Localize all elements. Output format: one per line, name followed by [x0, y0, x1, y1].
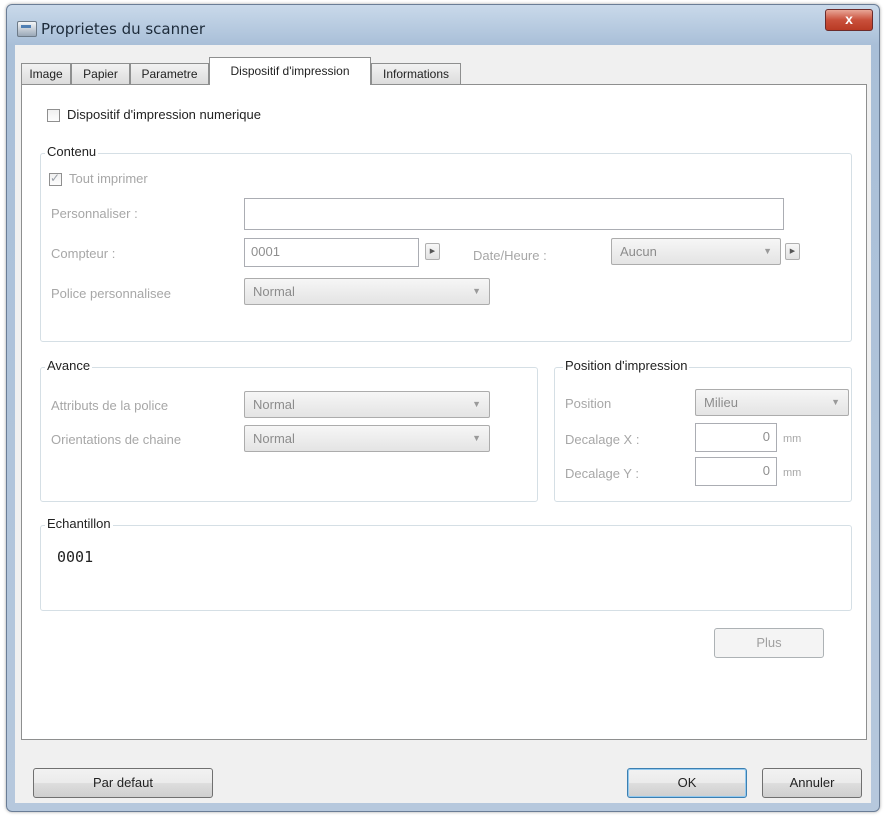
advanced-group: Avance Attributs de la police Normal ▼ O… — [40, 358, 538, 502]
arrow-right-icon: ▶ — [429, 248, 436, 255]
offset-x-unit: mm — [783, 433, 802, 445]
tab-paper[interactable]: Papier — [71, 63, 130, 84]
print-all-checkbox[interactable] — [49, 171, 62, 186]
custom-text-input[interactable] — [244, 198, 784, 230]
datetime-dropdown[interactable]: Aucun ▼ — [611, 238, 781, 265]
font-attributes-value: Normal — [253, 397, 295, 412]
sample-preview-text: 0001 — [57, 548, 94, 566]
close-button[interactable]: x — [825, 9, 873, 31]
datetime-spin-button[interactable]: ▶ — [785, 243, 800, 260]
font-attributes-label: Attributs de la police — [51, 398, 169, 413]
sample-group: Echantillon 0001 — [40, 516, 852, 611]
print-position-group-title: Position d'impression — [563, 358, 690, 373]
print-all-label: Tout imprimer — [69, 171, 148, 186]
tab-image[interactable]: Image — [21, 63, 71, 84]
imprinter-tab-panel: Dispositif d'impression numerique Conten… — [21, 84, 867, 740]
chevron-down-icon: ▼ — [831, 397, 840, 407]
custom-font-value: Normal — [253, 284, 295, 299]
position-label: Position — [565, 396, 612, 411]
offset-y-unit: mm — [783, 467, 802, 479]
offset-y-input[interactable]: 0 — [695, 457, 777, 486]
cancel-button[interactable]: Annuler — [762, 768, 862, 798]
more-button[interactable]: Plus — [714, 628, 824, 658]
title-bar[interactable]: Proprietes du scanner x — [7, 5, 879, 45]
offset-x-label: Decalage X : — [565, 432, 640, 447]
ok-button[interactable]: OK — [627, 768, 747, 798]
tab-information[interactable]: Informations — [371, 63, 461, 84]
custom-label: Personnaliser : — [51, 206, 138, 221]
counter-spin-button[interactable]: ▶ — [425, 243, 440, 260]
counter-label: Compteur : — [51, 246, 116, 261]
tab-imprinter[interactable]: Dispositif d'impression — [209, 57, 371, 85]
datetime-label: Date/Heure : — [473, 248, 547, 263]
dialog-client-area: Image Papier Parametre Dispositif d'impr… — [15, 45, 871, 803]
string-orientation-label: Orientations de chaine — [51, 432, 182, 447]
custom-font-label: Police personnalisee — [51, 286, 171, 301]
tab-settings[interactable]: Parametre — [130, 63, 209, 84]
counter-input[interactable]: 0001 — [244, 238, 419, 267]
custom-font-dropdown[interactable]: Normal ▼ — [244, 278, 490, 305]
offset-y-label: Decalage Y : — [565, 466, 639, 481]
scanner-icon — [17, 21, 37, 37]
string-orientation-value: Normal — [253, 431, 295, 446]
arrow-right-icon: ▶ — [789, 248, 796, 255]
advanced-group-title: Avance — [45, 358, 93, 373]
font-attributes-dropdown[interactable]: Normal ▼ — [244, 391, 490, 418]
datetime-value: Aucun — [620, 244, 657, 259]
string-orientation-dropdown[interactable]: Normal ▼ — [244, 425, 490, 452]
digital-imprinter-checkbox[interactable] — [47, 109, 60, 122]
chevron-down-icon: ▼ — [472, 399, 481, 409]
default-button[interactable]: Par defaut — [33, 768, 213, 798]
content-group: Contenu Tout imprimer Personnaliser : Co… — [40, 144, 852, 342]
digital-imprinter-label: Dispositif d'impression numerique — [67, 107, 261, 122]
chevron-down-icon: ▼ — [472, 433, 481, 443]
window-title: Proprietes du scanner — [41, 20, 206, 38]
chevron-down-icon: ▼ — [763, 246, 772, 256]
content-group-title: Contenu — [45, 144, 99, 159]
print-position-group: Position d'impression Position Milieu ▼ … — [554, 358, 852, 502]
offset-x-input[interactable]: 0 — [695, 423, 777, 452]
chevron-down-icon: ▼ — [472, 286, 481, 296]
scanner-properties-window: Proprietes du scanner x Image Papier Par… — [6, 4, 880, 812]
position-value: Milieu — [704, 395, 738, 410]
sample-group-title: Echantillon — [45, 516, 113, 531]
position-dropdown[interactable]: Milieu ▼ — [695, 389, 849, 416]
